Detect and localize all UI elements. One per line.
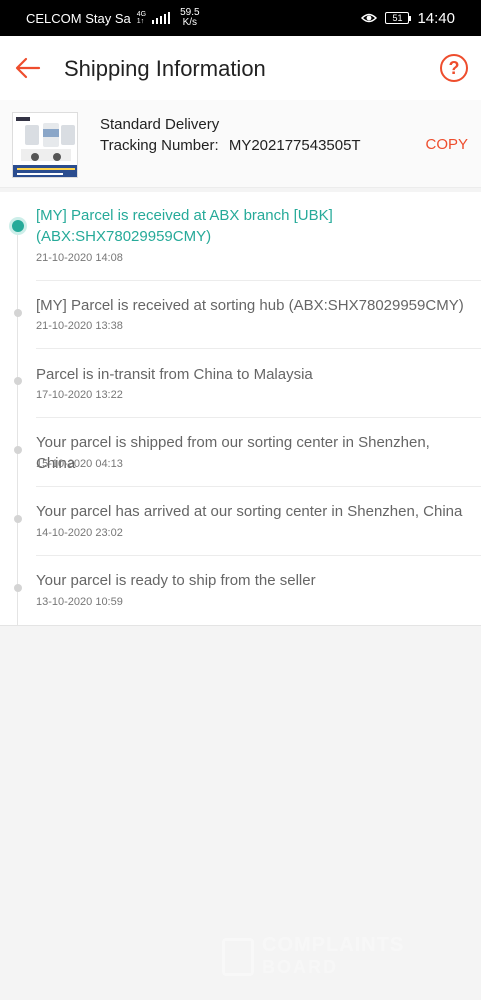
event-timestamp: 14-10-2020 23:02 <box>36 527 123 539</box>
event-description: Your parcel has arrived at our sorting c… <box>36 503 463 520</box>
delivery-summary: Standard Delivery Tracking Number: MY202… <box>0 100 481 188</box>
network-type-bottom: 1↑ <box>136 18 145 25</box>
event-timestamp: 13-10-2020 10:59 <box>36 596 123 608</box>
signal-icon <box>152 12 171 24</box>
product-image <box>13 113 77 177</box>
event-divider <box>36 417 481 418</box>
tracking-timeline: [MY] Parcel is received at ABX branch [U… <box>0 192 481 626</box>
event-description: [MY] Parcel is received at ABX branch [U… <box>36 207 333 245</box>
event-timestamp: 17-10-2020 13:22 <box>36 389 123 401</box>
network-type-top: 4G <box>136 11 147 18</box>
tracking-number-label: Tracking Number: <box>100 137 219 154</box>
watermark-line-2: BOARD <box>262 957 338 977</box>
watermark: COMPLAINTS BOARD <box>222 934 442 984</box>
network-speed: 59.5 K/s <box>180 8 199 28</box>
clock: 14:40 <box>417 9 455 27</box>
event-divider <box>36 555 481 556</box>
event-divider <box>36 486 481 487</box>
tracking-number-row: Tracking Number: MY202177543505T <box>100 137 361 154</box>
battery-level: 51 <box>392 13 403 23</box>
app-header: Shipping Information ? <box>0 36 481 100</box>
eye-icon <box>361 13 378 23</box>
timeline-line <box>17 228 18 626</box>
copy-button[interactable]: COPY <box>425 136 468 153</box>
back-arrow-icon[interactable] <box>14 54 42 82</box>
timeline-dot <box>14 309 22 317</box>
event-divider <box>36 280 481 281</box>
status-right: 51 14:40 <box>361 10 455 27</box>
event-timestamp: 21-10-2020 13:38 <box>36 320 123 332</box>
help-icon[interactable]: ? <box>440 54 468 82</box>
status-bar: CELCOM Stay Sa 4G 1↑ 59.5 K/s 51 14:40 <box>0 0 481 36</box>
timeline-dot <box>14 515 22 523</box>
timeline-dot <box>14 584 22 592</box>
status-left: CELCOM Stay Sa 4G 1↑ 59.5 K/s <box>26 8 200 28</box>
timeline-dot <box>14 377 22 385</box>
battery-icon: 51 <box>385 12 412 24</box>
tracking-number-value: MY202177543505T <box>228 137 361 154</box>
help-symbol: ? <box>448 57 460 78</box>
event-timestamp: 21-10-2020 14:08 <box>36 252 123 264</box>
page-title: Shipping Information <box>64 56 266 81</box>
event-description: [MY] Parcel is received at sorting hub (… <box>36 297 464 314</box>
delivery-method: Standard Delivery <box>100 116 220 133</box>
watermark-line-1: COMPLAINTS <box>262 934 405 956</box>
event-description: Parcel is in-transit from China to Malay… <box>36 366 313 383</box>
network-speed-unit: K/s <box>182 17 198 28</box>
watermark-logo-icon <box>222 938 254 976</box>
timeline-dot <box>14 446 22 454</box>
event-timestamp: 15-10-2020 04:13 <box>36 458 123 470</box>
network-type: 4G 1↑ <box>137 11 146 25</box>
product-thumbnail[interactable] <box>12 112 78 178</box>
carrier-name: CELCOM Stay Sa <box>26 10 131 26</box>
event-description: Your parcel is ready to ship from the se… <box>36 572 316 589</box>
timeline-dot-active <box>12 220 24 232</box>
event-divider <box>36 348 481 349</box>
